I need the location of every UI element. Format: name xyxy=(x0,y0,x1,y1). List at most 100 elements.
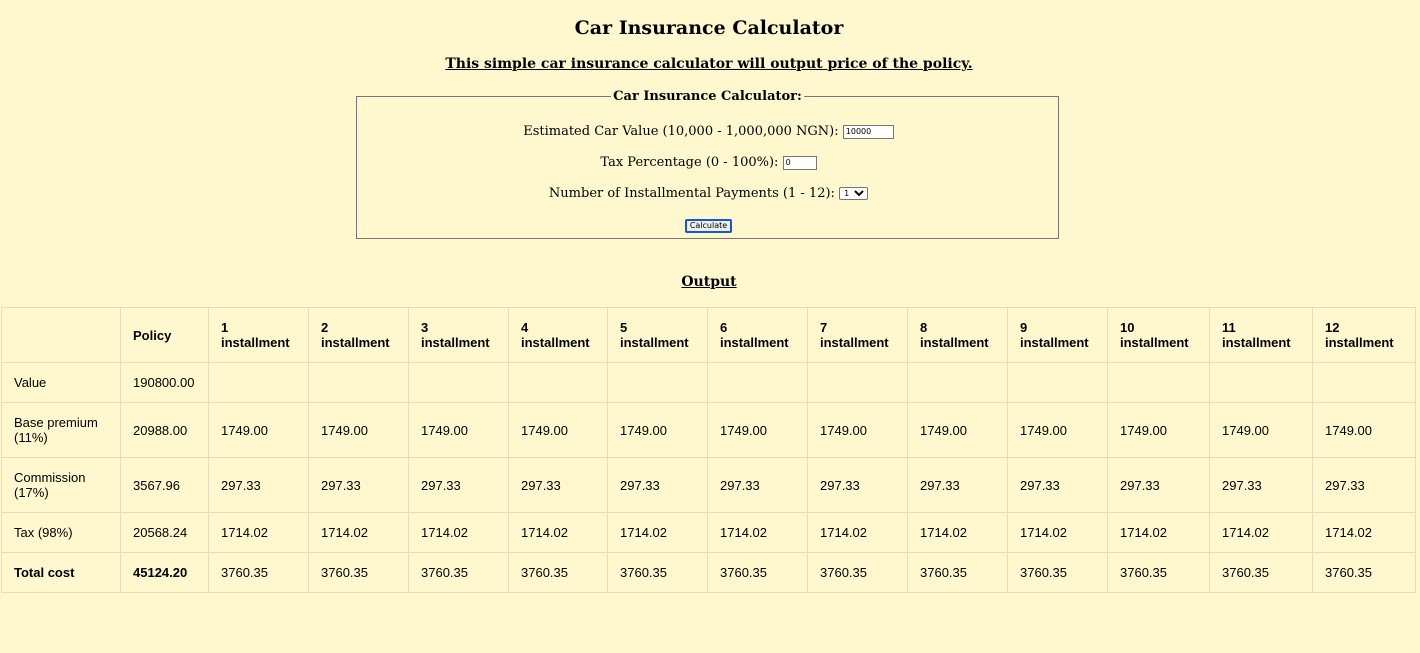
table-cell: 1749.00 xyxy=(807,402,908,458)
output-table: Policy 1 installment 2 installment 3 ins… xyxy=(1,307,1416,593)
table-cell: 1749.00 xyxy=(1007,402,1108,458)
table-row: Commission (17%) 3567.96 297.33 297.33 2… xyxy=(1,457,1416,513)
installments-select[interactable]: 1 xyxy=(839,187,869,200)
table-cell xyxy=(1312,362,1416,403)
table-cell: 297.33 xyxy=(308,457,409,513)
car-value-row: Estimated Car Value (10,000 - 1,000,000 … xyxy=(357,124,1060,140)
table-cell: 297.33 xyxy=(1312,457,1416,513)
calculate-row: Calculate xyxy=(357,217,1060,233)
table-header-row: Policy 1 installment 2 installment 3 ins… xyxy=(1,307,1416,363)
table-cell: 1714.02 xyxy=(1107,512,1210,553)
table-cell: 1749.00 xyxy=(1312,402,1416,458)
table-cell: 45124.20 xyxy=(120,552,209,593)
table-header-cell: 9 installment xyxy=(1007,307,1108,363)
table-cell xyxy=(1209,362,1313,403)
table-cell: 1714.02 xyxy=(208,512,309,553)
table-header-cell: 11 installment xyxy=(1209,307,1313,363)
table-cell: 297.33 xyxy=(408,457,509,513)
table-cell: 1749.00 xyxy=(208,402,309,458)
table-header-cell: 1 installment xyxy=(208,307,309,363)
table-header-cell: 2 installment xyxy=(308,307,409,363)
table-cell: 3760.35 xyxy=(308,552,409,593)
table-cell xyxy=(607,362,708,403)
table-header-cell: 7 installment xyxy=(807,307,908,363)
table-cell: 3760.35 xyxy=(1209,552,1313,593)
table-cell: 3760.35 xyxy=(1312,552,1416,593)
table-row: Tax (98%) 20568.24 1714.02 1714.02 1714.… xyxy=(1,512,1416,553)
table-cell xyxy=(408,362,509,403)
table-cell: 1714.02 xyxy=(707,512,808,553)
table-cell: 1749.00 xyxy=(308,402,409,458)
table-cell: 297.33 xyxy=(607,457,708,513)
tax-input[interactable] xyxy=(782,155,817,170)
table-cell: 1714.02 xyxy=(1209,512,1313,553)
table-row: Base premium (11%) 20988.00 1749.00 1749… xyxy=(1,402,1416,458)
table-cell xyxy=(707,362,808,403)
table-cell xyxy=(1007,362,1108,403)
page-subtitle: This simple car insurance calculator wil… xyxy=(445,56,973,72)
calculator-form: Car Insurance Calculator: Estimated Car … xyxy=(356,89,1059,239)
table-cell xyxy=(208,362,309,403)
table-cell: 1714.02 xyxy=(508,512,608,553)
car-value-input[interactable] xyxy=(842,124,894,139)
table-cell: 3760.35 xyxy=(208,552,309,593)
table-row-total: Total cost 45124.20 3760.35 3760.35 3760… xyxy=(1,552,1416,593)
table-cell: 1714.02 xyxy=(408,512,509,553)
table-cell: 297.33 xyxy=(907,457,1008,513)
table-cell: 3760.35 xyxy=(408,552,509,593)
table-cell: 1749.00 xyxy=(607,402,708,458)
table-cell: 1749.00 xyxy=(1107,402,1210,458)
table-cell: 297.33 xyxy=(208,457,309,513)
row-label: Tax (98%) xyxy=(1,512,121,553)
tax-label: Tax Percentage (0 - 100%): xyxy=(600,155,779,170)
table-cell: 1714.02 xyxy=(907,512,1008,553)
calculate-button[interactable]: Calculate xyxy=(684,219,733,233)
table-header-cell: 10 installment xyxy=(1107,307,1210,363)
table-cell: 3760.35 xyxy=(1007,552,1108,593)
page: Car Insurance Calculator This simple car… xyxy=(0,0,1420,653)
form-legend: Car Insurance Calculator: xyxy=(613,89,802,104)
table-cell: 1749.00 xyxy=(1209,402,1313,458)
installments-label: Number of Installmental Payments (1 - 12… xyxy=(548,186,835,201)
table-cell: 297.33 xyxy=(1107,457,1210,513)
tax-row: Tax Percentage (0 - 100%): xyxy=(357,155,1060,171)
table-cell xyxy=(907,362,1008,403)
table-cell: 3760.35 xyxy=(707,552,808,593)
table-cell: 297.33 xyxy=(807,457,908,513)
table-cell: 297.33 xyxy=(1209,457,1313,513)
table-cell: 1714.02 xyxy=(607,512,708,553)
table-cell: 1714.02 xyxy=(308,512,409,553)
table-cell: 3760.35 xyxy=(807,552,908,593)
table-cell: 1749.00 xyxy=(508,402,608,458)
output-title: Output xyxy=(681,274,737,290)
installments-row: Number of Installmental Payments (1 - 12… xyxy=(357,186,1060,202)
table-header-cell: Policy xyxy=(120,307,209,363)
row-label: Value xyxy=(1,362,121,403)
table-header-cell: 6 installment xyxy=(707,307,808,363)
table-cell xyxy=(807,362,908,403)
page-title: Car Insurance Calculator xyxy=(574,17,844,39)
table-cell: 1749.00 xyxy=(907,402,1008,458)
table-header-cell: 12 installment xyxy=(1312,307,1416,363)
table-header-cell xyxy=(1,307,121,363)
table-cell: 190800.00 xyxy=(120,362,209,403)
table-cell: 20988.00 xyxy=(120,402,209,458)
row-label: Total cost xyxy=(1,552,121,593)
table-cell: 297.33 xyxy=(707,457,808,513)
table-cell xyxy=(508,362,608,403)
table-cell: 20568.24 xyxy=(120,512,209,553)
table-cell: 297.33 xyxy=(1007,457,1108,513)
table-cell: 3567.96 xyxy=(120,457,209,513)
table-cell xyxy=(1107,362,1210,403)
table-cell: 1749.00 xyxy=(408,402,509,458)
table-cell xyxy=(308,362,409,403)
car-value-label: Estimated Car Value (10,000 - 1,000,000 … xyxy=(523,124,839,139)
table-cell: 3760.35 xyxy=(607,552,708,593)
table-row: Value 190800.00 xyxy=(1,362,1416,403)
table-header-cell: 8 installment xyxy=(907,307,1008,363)
table-cell: 1714.02 xyxy=(1312,512,1416,553)
table-header-cell: 3 installment xyxy=(408,307,509,363)
table-header-cell: 5 installment xyxy=(607,307,708,363)
table-cell: 3760.35 xyxy=(907,552,1008,593)
row-label: Commission (17%) xyxy=(1,457,121,513)
